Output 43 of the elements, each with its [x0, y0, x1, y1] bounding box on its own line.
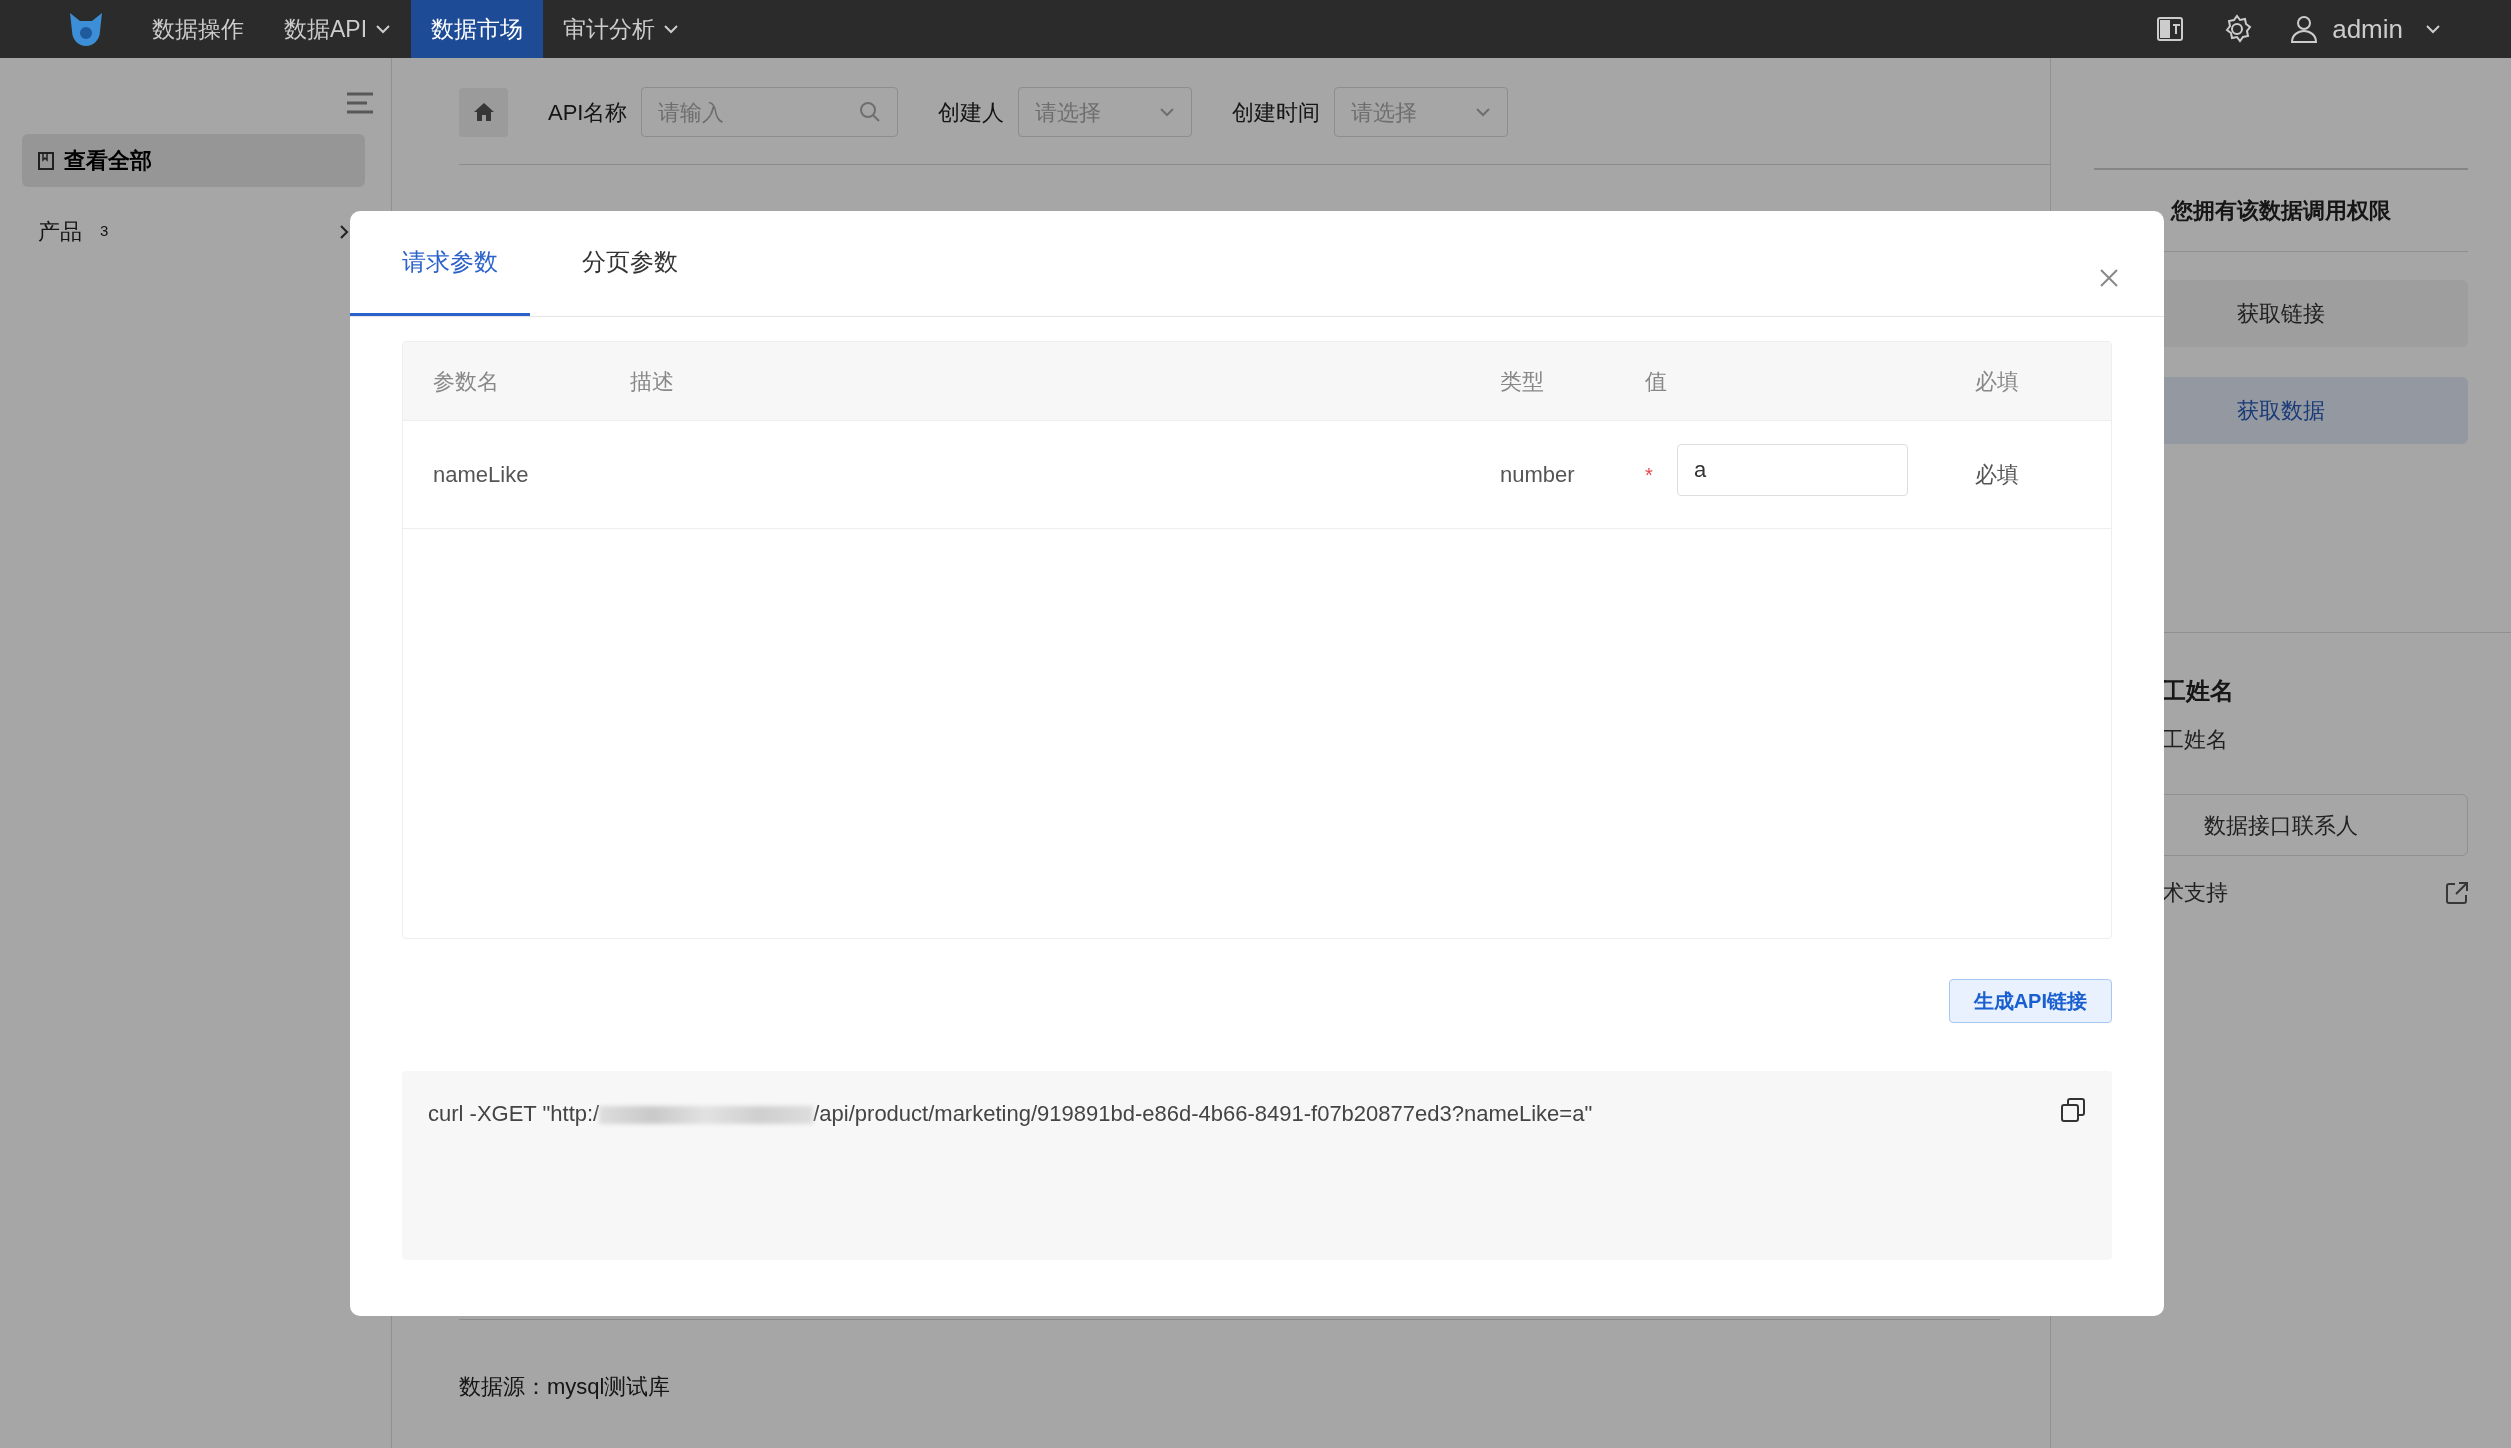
- filter-label: 创建人: [938, 98, 1005, 127]
- chevron-down-icon: [1159, 107, 1176, 117]
- chevron-down-icon: [1475, 107, 1492, 117]
- chevron-down-icon: [2425, 24, 2441, 34]
- filter-label: API名称: [548, 98, 628, 127]
- search-icon: [859, 101, 882, 123]
- generate-link-button[interactable]: 生成API链接: [1948, 979, 2112, 1023]
- value-input[interactable]: a: [1677, 443, 1908, 496]
- home-button[interactable]: [459, 87, 508, 137]
- curl-command: curl -XGET "http:/ /api/product/marketing/919891bd-e86d-4b66-8491-f07b20877ed3?nameLike=a": [428, 1100, 1593, 1128]
- tab[interactable]: 请求参数: [350, 211, 530, 316]
- table-cell: nameLike: [433, 462, 529, 487]
- filter-label: 创建时间: [1232, 98, 1321, 127]
- nav-menu-item[interactable]: 审计分析: [543, 0, 700, 58]
- table-cell: number: [1500, 462, 1575, 487]
- section-text: 工姓名: [2162, 726, 2229, 754]
- column-header: 必填: [1975, 368, 2019, 394]
- book-icon: [38, 151, 54, 170]
- external-link-icon[interactable]: [2445, 880, 2469, 905]
- column-header: 描述: [630, 368, 674, 394]
- item-count: 3: [100, 221, 109, 242]
- nav-menu-item[interactable]: 数据操作: [132, 0, 264, 58]
- support-link[interactable]: 术支持: [2162, 876, 2228, 909]
- user-menu[interactable]: admin: [2290, 0, 2441, 58]
- column-header: 类型: [1500, 368, 1544, 394]
- column-header: 值: [1645, 368, 1667, 394]
- home-icon: [472, 102, 495, 122]
- tab[interactable]: 分页参数: [530, 211, 710, 316]
- chevron-right-icon: [339, 223, 349, 240]
- column-header: 参数名: [433, 368, 499, 394]
- permission-text: 您拥有该数据调用权限: [2171, 198, 2391, 223]
- menu-icon[interactable]: [347, 92, 373, 114]
- close-icon[interactable]: [2100, 269, 2118, 287]
- nav-menu-item[interactable]: 数据市场: [411, 0, 544, 58]
- user-icon: [2290, 14, 2319, 44]
- table-cell: 必填: [1975, 462, 2019, 487]
- section-heading: 工姓名: [2162, 676, 2235, 706]
- copy-icon[interactable]: [2060, 1097, 2086, 1123]
- sidebar-item[interactable]: 查看全部: [22, 134, 365, 187]
- required-asterisk: *: [1645, 462, 1654, 488]
- translate-icon[interactable]: [2156, 15, 2185, 43]
- nav-menu-item[interactable]: 数据API: [264, 0, 412, 58]
- data-source-text: 数据源：mysql测试库: [459, 1373, 672, 1401]
